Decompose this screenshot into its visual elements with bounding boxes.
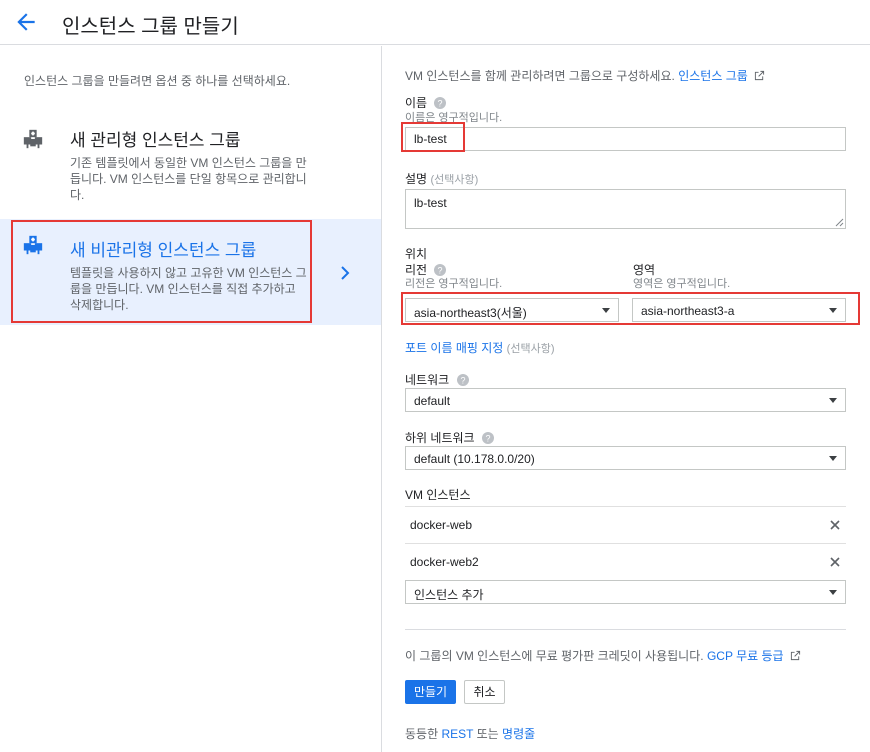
option-managed-desc: 기존 템플릿에서 동일한 VM 인스턴스 그룹을 만듭니다. VM 인스턴스를 … (70, 156, 307, 202)
port-mapping-link[interactable]: 포트 이름 매핑 지정 (405, 341, 503, 355)
command-line-link[interactable]: 명령줄 (502, 727, 535, 741)
close-icon[interactable] (830, 557, 840, 567)
dropdown-caret-icon (829, 590, 837, 595)
name-label: 이름 (405, 96, 428, 110)
add-instance-placeholder: 인스턴스 추가 (414, 588, 484, 602)
network-select[interactable]: default (405, 388, 846, 412)
form-intro: VM 인스턴스를 함께 관리하려면 그룹으로 구성하세요. 인스턴스 그룹 (405, 67, 765, 84)
form-intro-text: VM 인스턴스를 함께 관리하려면 그룹으로 구성하세요. (405, 69, 675, 83)
instance-group-docs-link[interactable]: 인스턴스 그룹 (678, 69, 748, 83)
dropdown-caret-icon (602, 308, 610, 313)
location-label: 위치 (405, 247, 428, 261)
network-label-row: 네트워크 ? (405, 371, 469, 388)
equivalent-links: 동등한 REST 또는 명령줄 (405, 725, 535, 742)
port-mapping-row: 포트 이름 매핑 지정 (선택사항) (405, 339, 554, 356)
description-textarea[interactable]: lb-test (405, 189, 846, 229)
description-label: 설명 (405, 172, 428, 186)
cancel-button[interactable]: 취소 (464, 680, 505, 704)
option-managed-title: 새 관리형 인스턴스 그룹 (70, 131, 241, 150)
subnetwork-select-value: default (10.178.0.0/20) (414, 452, 535, 466)
gcp-free-tier-link[interactable]: GCP 무료 등급 (707, 649, 784, 663)
svg-text:?: ? (460, 376, 465, 386)
svg-text:?: ? (438, 99, 443, 109)
vm-instance-name: docker-web2 (410, 555, 479, 569)
arrow-back-icon[interactable] (13, 9, 39, 35)
help-icon[interactable]: ? (434, 97, 447, 109)
chevron-right-icon (341, 266, 350, 280)
region-hint: 리전은 영구적입니다. (405, 278, 503, 290)
name-input[interactable]: lb-test (405, 127, 846, 151)
dropdown-caret-icon (829, 308, 837, 313)
subnetwork-label: 하위 네트워크 (405, 431, 475, 445)
add-instance-select[interactable]: 인스턴스 추가 (405, 580, 846, 604)
zone-select[interactable]: asia-northeast3-a (632, 298, 846, 322)
right-pane: VM 인스턴스를 함께 관리하려면 그룹으로 구성하세요. 인스턴스 그룹 이름… (383, 46, 870, 752)
help-icon[interactable]: ? (456, 374, 469, 386)
credit-notice: 이 그룹의 VM 인스턴스에 무료 평가판 크레딧이 사용됩니다. GCP 무료… (405, 647, 801, 664)
dropdown-caret-icon (829, 456, 837, 461)
left-pane: 인스턴스 그룹을 만들려면 옵션 중 하나를 선택하세요. 새 관리형 인스턴스… (0, 46, 382, 752)
name-hint: 이름은 영구적입니다. (405, 112, 503, 124)
instance-group-icon (23, 129, 43, 149)
help-icon[interactable]: ? (481, 432, 494, 444)
dropdown-caret-icon (829, 398, 837, 403)
list-item: docker-web (405, 506, 846, 544)
region-select-value: asia-northeast3(서울) (414, 306, 527, 320)
external-link-icon (790, 650, 801, 661)
description-value: lb-test (414, 196, 447, 210)
create-button[interactable]: 만들기 (405, 680, 456, 704)
network-label: 네트워크 (405, 373, 450, 387)
equivalent-or: 또는 (476, 727, 499, 741)
subnetwork-label-row: 하위 네트워크 ? (405, 429, 494, 446)
network-select-value: default (414, 394, 451, 408)
external-link-icon (755, 70, 765, 81)
svg-text:?: ? (438, 266, 443, 276)
selection-highlight-box (11, 220, 312, 323)
region-select[interactable]: asia-northeast3(서울) (405, 298, 619, 322)
divider (405, 629, 846, 630)
left-intro-text: 인스턴스 그룹을 만들려면 옵션 중 하나를 선택하세요. (24, 74, 291, 88)
svg-text:?: ? (485, 434, 490, 444)
rest-link[interactable]: REST (441, 727, 473, 741)
description-optional: (선택사항) (430, 174, 479, 186)
subnetwork-select[interactable]: default (10.178.0.0/20) (405, 446, 846, 470)
close-icon[interactable] (830, 520, 840, 530)
equivalent-prefix: 동등한 (405, 727, 439, 741)
zone-hint: 영역은 영구적입니다. (633, 278, 731, 290)
credit-text: 이 그룹의 VM 인스턴스에 무료 평가판 크레딧이 사용됩니다. (405, 649, 704, 663)
vm-instances-label: VM 인스턴스 (405, 488, 471, 502)
page-title: 인스턴스 그룹 만들기 (62, 16, 239, 38)
list-item: docker-web2 (405, 543, 846, 581)
vm-instance-name: docker-web (410, 518, 473, 532)
resize-grip-icon[interactable] (835, 218, 844, 227)
port-mapping-optional: (선택사항) (506, 343, 555, 355)
top-bar: 인스턴스 그룹 만들기 (0, 0, 870, 45)
option-managed-group[interactable]: 새 관리형 인스턴스 그룹 기존 템플릿에서 동일한 VM 인스턴스 그룹을 만… (0, 116, 381, 216)
description-label-row: 설명 (선택사항) (405, 170, 478, 187)
zone-select-value: asia-northeast3-a (641, 304, 735, 318)
